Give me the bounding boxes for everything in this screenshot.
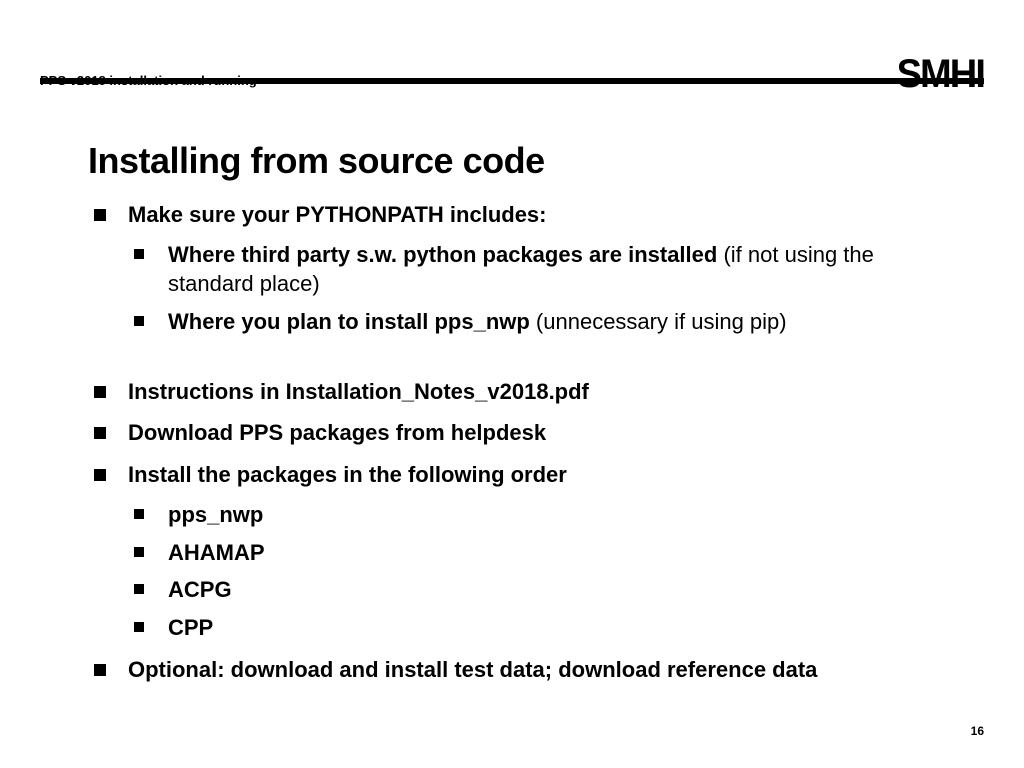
header-rule — [40, 78, 984, 84]
bullet-optional: Optional: download and install test data… — [88, 655, 936, 685]
sub-bullet-list: pps_nwp AHAMAP ACPG CPP — [128, 500, 936, 643]
sub-bullet-pkg: CPP — [128, 613, 936, 643]
sub-bullet-pkg: AHAMAP — [128, 538, 936, 568]
bullet-text: Optional: download and install test data… — [128, 657, 817, 682]
sub-bullet-thirdparty: Where third party s.w. python packages a… — [128, 240, 936, 299]
bullet-text: Install the packages in the following or… — [128, 462, 567, 487]
sub-bullet-bold: Where you plan to install pps_nwp — [168, 309, 536, 334]
bullet-text: Instructions in Installation_Notes_v2018… — [128, 379, 589, 404]
sub-bullet-pkg: pps_nwp — [128, 500, 936, 530]
header-bar: PPS v2018 installation and running SMHI — [40, 56, 984, 92]
bullet-text: Make sure your PYTHONPATH includes: — [128, 202, 547, 227]
logo-smhi: SMHI — [897, 56, 984, 92]
sub-bullet-note: (unnecessary if using pip) — [536, 309, 787, 334]
page-number: 16 — [971, 724, 984, 738]
slide-title: Installing from source code — [88, 140, 936, 182]
slide-content: Installing from source code Make sure yo… — [88, 140, 936, 696]
bullet-instructions: Instructions in Installation_Notes_v2018… — [88, 377, 936, 407]
bullet-pythonpath: Make sure your PYTHONPATH includes: Wher… — [88, 200, 936, 365]
bullet-install-order: Install the packages in the following or… — [88, 460, 936, 642]
sub-bullet-bold: Where third party s.w. python packages a… — [168, 242, 723, 267]
sub-bullet-ppsnwp: Where you plan to install pps_nwp (unnec… — [128, 307, 936, 337]
sub-bullet-pkg: ACPG — [128, 575, 936, 605]
sub-bullet-list: Where third party s.w. python packages a… — [128, 240, 936, 337]
bullet-download: Download PPS packages from helpdesk — [88, 418, 936, 448]
bullet-text: Download PPS packages from helpdesk — [128, 420, 546, 445]
bullet-list: Make sure your PYTHONPATH includes: Wher… — [88, 200, 936, 684]
